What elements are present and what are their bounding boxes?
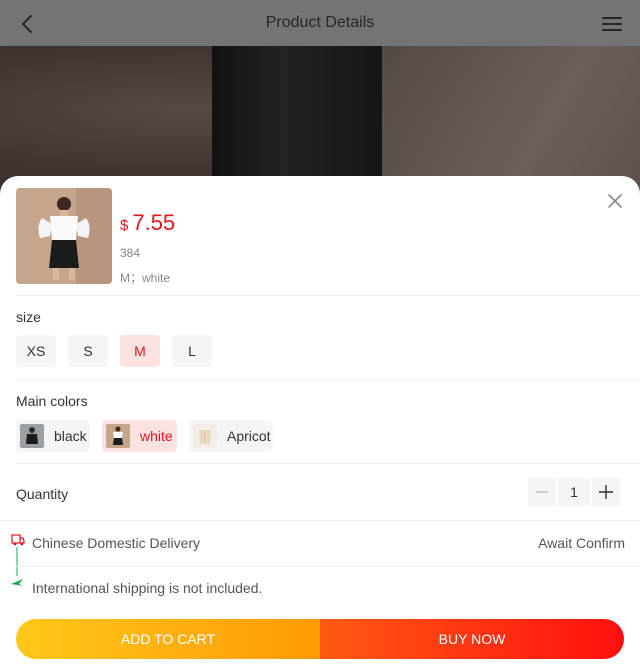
- color-option-apricot[interactable]: Apricot: [189, 420, 273, 452]
- top-bar: Product Details: [0, 0, 640, 46]
- stock-count: 384: [120, 246, 141, 260]
- selected-sku-summary: M；white: [120, 271, 171, 285]
- price-amount: 7.55: [132, 210, 176, 235]
- color-option-white[interactable]: white: [102, 420, 177, 452]
- minus-icon: [536, 491, 548, 493]
- quantity-value[interactable]: 1: [558, 478, 590, 506]
- size-option-l[interactable]: L: [172, 335, 212, 367]
- currency-symbol: $: [120, 217, 129, 234]
- increment-button[interactable]: [592, 478, 620, 506]
- color-thumbnail-apricot: [193, 424, 217, 448]
- color-option-label: black: [54, 428, 87, 444]
- product-thumbnail: [16, 188, 112, 284]
- domestic-delivery-label: Chinese Domestic Delivery: [32, 535, 201, 551]
- quantity-label: Quantity: [16, 486, 69, 502]
- quantity-stepper: 1: [528, 478, 620, 506]
- size-option-xs[interactable]: XS: [16, 335, 56, 367]
- shipping-route-icon: [11, 534, 25, 586]
- size-option-s[interactable]: S: [68, 335, 108, 367]
- hamburger-menu-icon[interactable]: [600, 12, 624, 36]
- color-option-label: Apricot: [227, 428, 271, 444]
- international-shipping-note: International shipping is not included.: [32, 580, 263, 596]
- color-thumbnail-black: [20, 424, 44, 448]
- color-thumbnail-white: [106, 424, 130, 448]
- domestic-delivery-status: Await Confirm: [538, 535, 625, 551]
- divider: [16, 379, 640, 380]
- product-price: $ 7.55: [120, 210, 175, 236]
- plus-icon: [599, 485, 613, 499]
- colors-label: Main colors: [16, 393, 88, 409]
- size-label: size: [16, 309, 41, 325]
- color-option-black[interactable]: black: [16, 420, 90, 452]
- page-title: Product Details: [265, 14, 375, 31]
- color-option-label: white: [140, 428, 173, 444]
- action-bar: ADD TO CART BUY NOW: [16, 619, 624, 659]
- decrement-button[interactable]: [528, 478, 556, 506]
- close-icon[interactable]: [606, 192, 624, 210]
- chevron-left-icon[interactable]: [16, 12, 40, 36]
- divider: [0, 520, 640, 521]
- size-option-m[interactable]: M: [120, 335, 160, 367]
- add-to-cart-button[interactable]: ADD TO CART: [16, 619, 320, 659]
- sku-selection-sheet: $ 7.55 384 M；white size XS S M L Main co…: [0, 176, 640, 667]
- divider: [16, 463, 640, 464]
- divider: [16, 295, 640, 296]
- buy-now-button[interactable]: BUY NOW: [320, 619, 624, 659]
- divider: [16, 566, 640, 567]
